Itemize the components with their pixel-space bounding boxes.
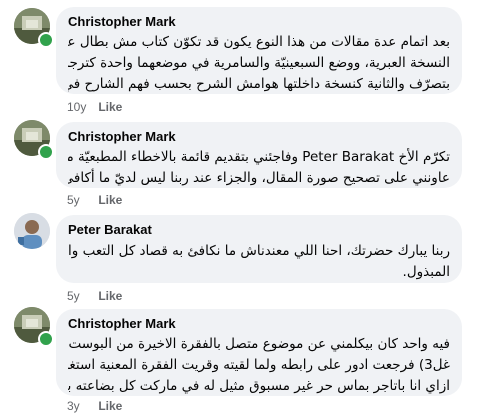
comment-line: فيه واحد كان بيكلمني عن موضوع متصل بالفق… <box>68 336 450 352</box>
comment-author[interactable]: Christopher Mark <box>68 129 450 145</box>
comment-timestamp[interactable]: 10y <box>67 99 95 115</box>
comment-timestamp[interactable]: 5y <box>67 192 95 208</box>
comment-text: ربنا يبارك حضرتك، احنا اللي معندناش ما ن… <box>68 241 450 283</box>
comment-line: غل3) فرجعت ادور على رابطه ولما لقيته وقر… <box>68 357 450 373</box>
comment-line: النسخة العبرية، ووضع السبعينيّة والسامري… <box>68 55 450 71</box>
comment-meta: 5y Like <box>67 192 122 208</box>
comment-author[interactable]: Christopher Mark <box>68 316 450 332</box>
comment-timestamp[interactable]: 3y <box>67 398 95 414</box>
comment-text: بعد اتمام عدة مقالات من هذا النوع يكون ق… <box>68 32 450 95</box>
avatar-image <box>14 213 50 249</box>
comment-meta: 5y Like <box>67 288 122 304</box>
comment-bubble: Christopher Mark تكرّم الأخ Peter Baraka… <box>56 122 462 188</box>
comment-line: بعد اتمام عدة مقالات من هذا النوع يكون ق… <box>68 34 450 50</box>
comment-line: ازاي انا باتاجر بماس حر غير مسبوق مثيل ل… <box>68 378 450 394</box>
comment-text: تكرّم الأخ Peter Barakat وفاجئني بتقديم … <box>68 147 450 189</box>
like-button[interactable]: Like <box>98 399 122 413</box>
comment-timestamp[interactable]: 5y <box>67 288 95 304</box>
comment-text: فيه واحد كان بيكلمني عن موضوع متصل بالفق… <box>68 334 450 397</box>
comment-meta: 10y Like <box>67 99 122 115</box>
comment-line: بتصرّف والثانية كنسخة داخلتها هوامش الشر… <box>68 76 450 92</box>
online-indicator <box>38 32 54 48</box>
like-button[interactable]: Like <box>98 193 122 207</box>
online-indicator <box>38 331 54 347</box>
comment-line: تكرّم الأخ Peter Barakat وفاجئني بتقديم … <box>68 149 450 165</box>
comment-line: المبذول. <box>402 264 450 280</box>
like-button[interactable]: Like <box>98 289 122 303</box>
comment-line: ربنا يبارك حضرتك، احنا اللي معندناش ما ن… <box>68 243 450 259</box>
comment-meta: 3y Like <box>67 398 122 414</box>
avatar[interactable] <box>14 213 50 249</box>
comment-bubble: Peter Barakat ربنا يبارك حضرتك، احنا الل… <box>56 215 462 283</box>
comment-author[interactable]: Peter Barakat <box>68 222 450 238</box>
comment-bubble: Christopher Mark بعد اتمام عدة مقالات من… <box>56 7 462 94</box>
comment-bubble: Christopher Mark فيه واحد كان بيكلمني عن… <box>56 309 462 396</box>
comment-author[interactable]: Christopher Mark <box>68 14 450 30</box>
like-button[interactable]: Like <box>98 100 122 114</box>
comment-line: عاونني على تصحيح صورة المقال، والجزاء عن… <box>68 170 450 186</box>
online-indicator <box>38 144 54 160</box>
